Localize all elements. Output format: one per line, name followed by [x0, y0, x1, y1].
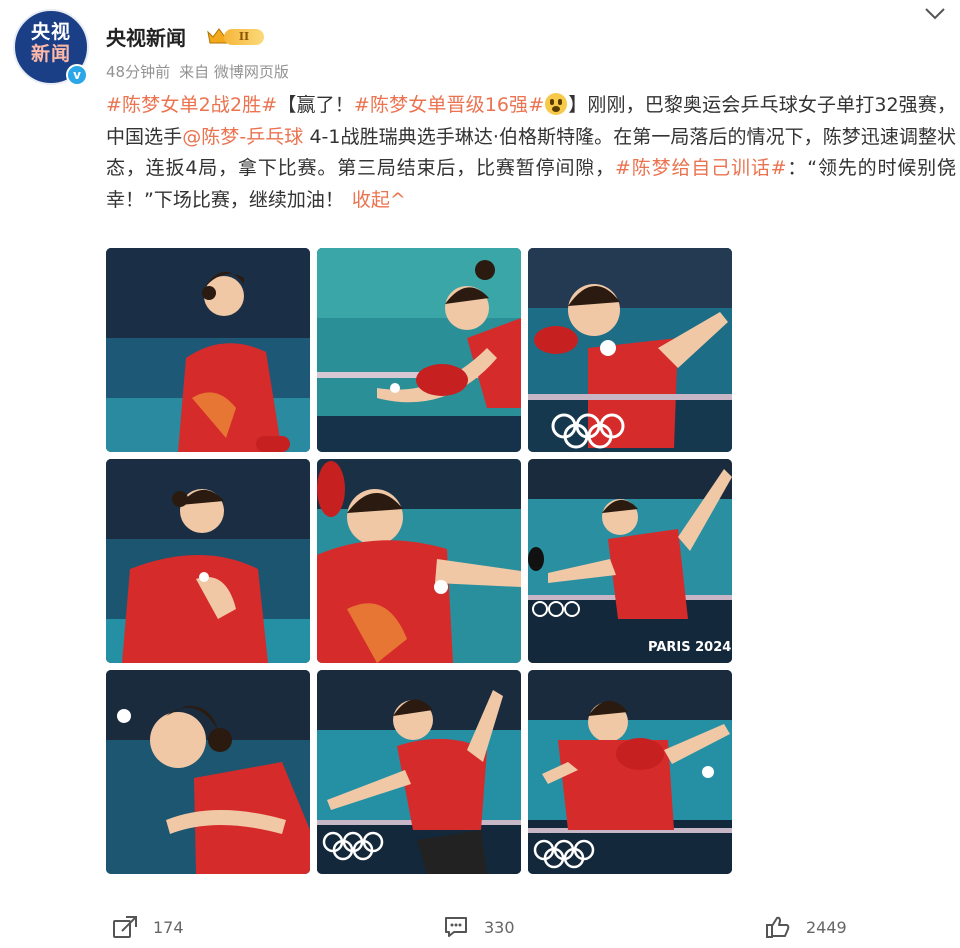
post-text: #陈梦女单2战2胜#【赢了！#陈梦女单晋级16强# 】刚刚，巴黎奥运会乒乓球女子单… [106, 93, 957, 211]
cry-emoji-icon [545, 93, 568, 115]
comment-count: 330 [484, 917, 515, 937]
share-count: 174 [153, 917, 184, 937]
level-label: II [224, 29, 264, 45]
avatar-logo: 央视 新闻 [30, 21, 71, 65]
level-badge[interactable]: II [206, 26, 264, 48]
hashtag-link[interactable]: #陈梦女单2战2胜# [106, 94, 277, 116]
photo-9[interactable] [528, 670, 732, 874]
photo-8[interactable] [317, 670, 521, 874]
share-icon [113, 916, 137, 938]
photo-6[interactable]: PARIS 2024 [528, 459, 732, 663]
photo-2[interactable] [317, 248, 521, 452]
photo-1[interactable] [106, 248, 310, 452]
verified-icon: v [66, 64, 88, 86]
mention-link[interactable]: @陈梦-乒乓球 [182, 126, 303, 148]
photo-4[interactable] [106, 459, 310, 663]
scoreboard-text: PARIS 2024 [648, 640, 731, 655]
post-meta: 48分钟前 来自 微博网页版 [106, 61, 298, 82]
hashtag-link[interactable]: #陈梦给自己训话# [615, 157, 787, 179]
post-source: 来自 微博网页版 [179, 63, 289, 81]
table-tennis-player-photo-icon [528, 670, 732, 874]
comment-action[interactable]: 330 [443, 912, 515, 942]
table-tennis-player-photo-icon [528, 248, 732, 452]
table-tennis-player-photo-icon [106, 248, 310, 452]
like-icon [766, 916, 790, 938]
account-name[interactable]: 央视新闻 [106, 22, 186, 51]
table-tennis-player-photo-icon: PARIS 2024 [528, 459, 732, 663]
post-time[interactable]: 48分钟前 [106, 63, 170, 81]
photo-3[interactable] [528, 248, 732, 452]
collapse-link[interactable]: 收起^ [352, 189, 406, 211]
like-count: 2449 [806, 917, 847, 937]
photo-5[interactable] [317, 459, 521, 663]
hashtag-link[interactable]: #陈梦女单晋级16强# [354, 94, 544, 116]
comment-icon [445, 917, 467, 937]
table-tennis-player-photo-icon [317, 248, 521, 452]
share-action[interactable]: 174 [112, 912, 184, 942]
table-tennis-player-photo-icon [317, 459, 521, 663]
table-tennis-player-photo-icon [106, 670, 310, 874]
table-tennis-player-photo-icon [106, 459, 310, 663]
photo-7[interactable] [106, 670, 310, 874]
like-action[interactable]: 2449 [765, 912, 847, 942]
table-tennis-player-photo-icon [317, 670, 521, 874]
chevron-down-icon[interactable] [922, 4, 948, 24]
